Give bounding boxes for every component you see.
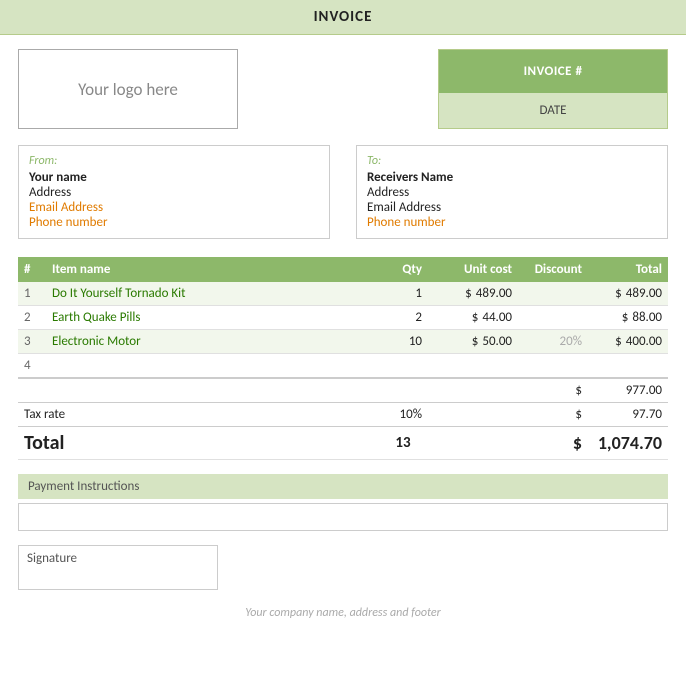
from-name: Your name — [29, 170, 319, 185]
row-qty: 10 — [378, 330, 428, 354]
row-item: Earth Quake Pills — [46, 306, 378, 330]
invoice-page: INVOICE Your logo here INVOICE # DATE Fr… — [0, 0, 686, 698]
row-total: $400.00 — [588, 330, 668, 354]
row-discount — [518, 306, 588, 330]
col-total: Total — [588, 257, 668, 282]
items-section: # Item name Qty Unit cost Discount Total… — [0, 249, 686, 464]
to-name: Receivers Name — [367, 170, 657, 185]
logo-text: Your logo here — [78, 79, 178, 100]
col-discount: Discount — [518, 257, 588, 282]
table-row: 4 — [18, 354, 668, 379]
from-address-box: From: Your name Address Email Address Ph… — [18, 145, 330, 239]
tax-label: Tax rate — [18, 403, 378, 427]
row-num: 1 — [18, 282, 46, 306]
row-unit-cost: $44.00 — [428, 306, 518, 330]
signature-label: Signature — [27, 551, 77, 566]
row-qty: 2 — [378, 306, 428, 330]
top-section: Your logo here INVOICE # DATE — [0, 35, 686, 139]
footer-text: Your company name, address and footer — [245, 606, 441, 620]
from-phone: Phone number — [29, 215, 319, 230]
total-row: Total 13 $ 1,074.70 — [18, 427, 668, 460]
row-qty: 1 — [378, 282, 428, 306]
tax-dollar: $ — [518, 403, 588, 427]
subtotal-amount: 977.00 — [588, 378, 668, 403]
payment-label: Payment Instructions — [18, 474, 668, 499]
invoice-number-box: INVOICE # DATE — [438, 49, 668, 129]
row-unit-cost: $489.00 — [428, 282, 518, 306]
col-qty: Qty — [378, 257, 428, 282]
row-num: 2 — [18, 306, 46, 330]
row-discount — [518, 354, 588, 379]
total-label: Total — [24, 431, 64, 455]
logo-box: Your logo here — [18, 49, 238, 129]
total-dollar-sign: $ — [518, 427, 588, 460]
row-unit-cost: $50.00 — [428, 330, 518, 354]
signature-box: Signature — [18, 545, 218, 590]
invoice-title: INVOICE — [0, 0, 686, 35]
row-discount — [518, 282, 588, 306]
row-num: 3 — [18, 330, 46, 354]
invoice-date-header: DATE — [439, 93, 667, 128]
items-table: # Item name Qty Unit cost Discount Total… — [18, 257, 668, 460]
row-num: 4 — [18, 354, 46, 379]
row-discount: 20% — [518, 330, 588, 354]
row-qty — [378, 354, 428, 379]
row-item: Do It Yourself Tornado Kit — [46, 282, 378, 306]
tax-row: Tax rate 10% $ 97.70 — [18, 403, 668, 427]
row-total: $489.00 — [588, 282, 668, 306]
total-qty: 13 — [378, 427, 428, 460]
from-email: Email Address — [29, 200, 319, 215]
total-amount: 1,074.70 — [588, 427, 668, 460]
invoice-number-header: INVOICE # — [439, 50, 667, 93]
payment-input[interactable] — [18, 503, 668, 531]
table-row: 2 Earth Quake Pills 2 $44.00 $88.00 — [18, 306, 668, 330]
row-unit-cost — [428, 354, 518, 379]
to-label: To: — [367, 154, 657, 168]
payment-section: Payment Instructions — [0, 464, 686, 537]
table-row: 3 Electronic Motor 10 $50.00 20% $400.00 — [18, 330, 668, 354]
table-header-row: # Item name Qty Unit cost Discount Total — [18, 257, 668, 282]
tax-amount: 97.70 — [588, 403, 668, 427]
subtotal-row: $ 977.00 — [18, 378, 668, 403]
to-address: Address — [367, 185, 657, 200]
to-phone: Phone number — [367, 215, 657, 230]
from-address: Address — [29, 185, 319, 200]
row-item — [46, 354, 378, 379]
from-label: From: — [29, 154, 319, 168]
table-row: 1 Do It Yourself Tornado Kit 1 $489.00 $… — [18, 282, 668, 306]
signature-section: Signature — [0, 537, 686, 596]
col-num: # — [18, 257, 46, 282]
tax-rate: 10% — [378, 403, 428, 427]
row-total — [588, 354, 668, 379]
address-section: From: Your name Address Email Address Ph… — [0, 139, 686, 249]
footer: Your company name, address and footer — [0, 596, 686, 628]
to-email: Email Address — [367, 200, 657, 215]
subtotal-dollar: $ — [518, 378, 588, 403]
col-unit-cost: Unit cost — [428, 257, 518, 282]
to-address-box: To: Receivers Name Address Email Address… — [356, 145, 668, 239]
row-total: $88.00 — [588, 306, 668, 330]
row-item: Electronic Motor — [46, 330, 378, 354]
col-item: Item name — [46, 257, 378, 282]
